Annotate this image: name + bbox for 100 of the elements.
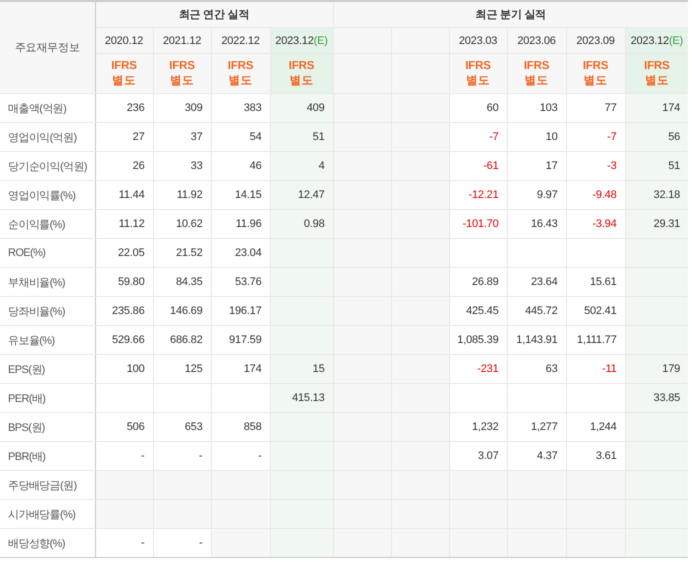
table-cell: -7	[607, 131, 617, 143]
row-header-title: 주요재무정보	[14, 42, 80, 54]
table-cell: 46	[250, 160, 262, 172]
table-cell: 4	[318, 160, 325, 172]
table-cell: 125	[184, 363, 202, 375]
table-cell: -61	[483, 160, 499, 172]
table-cell: 502.41	[584, 305, 617, 317]
table-cell: 53.76	[234, 276, 262, 288]
estimate-mark: (E)	[668, 34, 684, 46]
table-cell: 11.92	[176, 189, 202, 201]
table-cell: 415.13	[292, 392, 325, 404]
table-cell: 917.59	[229, 334, 262, 346]
table-cell: 179	[662, 363, 680, 375]
table-cell: -231	[477, 363, 499, 375]
table-cell: 12.47	[298, 189, 325, 201]
table-cell: 383	[244, 102, 262, 114]
table-cell: -101.70	[462, 218, 499, 230]
table-cell: 174	[662, 102, 680, 114]
table-cell: -	[258, 450, 262, 462]
table-cell: 409	[306, 102, 325, 114]
table-cell: -	[141, 450, 144, 462]
table-cell: -9.48	[592, 189, 617, 201]
table-cell: 686.82	[170, 334, 202, 346]
table-cell: 174	[244, 363, 262, 375]
table-cell: 22.05	[118, 247, 144, 259]
table-cell: 17	[546, 160, 558, 172]
section-title: 최근 분기 실적	[476, 9, 546, 21]
table-cell: -12.21	[468, 189, 499, 201]
table-cell: 11.44	[118, 189, 144, 201]
table-cell: 51	[668, 160, 680, 172]
accounting-label: IFRS 별도	[582, 58, 610, 88]
table-cell: 653	[184, 421, 202, 433]
period-label: 2022.12	[221, 34, 260, 46]
table-cell: 1,143.91	[516, 334, 558, 346]
row-label: ROE(%)	[8, 247, 46, 259]
period-label: 2023.12	[275, 34, 314, 46]
table-cell: 1,277	[530, 421, 558, 433]
table-cell: 3.61	[596, 450, 617, 462]
table-cell: 3.07	[478, 450, 499, 462]
table-cell: 1,232	[472, 421, 499, 433]
table-cell: 51	[312, 131, 325, 143]
table-cell: 235.86	[112, 305, 144, 317]
period-label: 2021.12	[162, 34, 202, 46]
table-cell: -3	[607, 160, 617, 172]
table-cell: -	[199, 450, 202, 462]
table-cell: 56	[668, 131, 680, 143]
table-cell: 9.97	[536, 189, 558, 201]
period-label: 2023.03	[458, 34, 498, 46]
row-label: 부채비율(%)	[8, 276, 65, 288]
table-cell: 32.18	[654, 189, 680, 201]
table-cell: 37	[190, 131, 202, 143]
table-cell: 27	[132, 131, 144, 143]
row-label: 유보율(%)	[8, 334, 55, 346]
table-cell: 0.98	[304, 218, 325, 230]
period-label: 2023.12	[630, 34, 669, 46]
table-cell: 63	[546, 363, 558, 375]
table-cell: 529.66	[112, 334, 144, 346]
table-cell: 10.62	[176, 218, 202, 230]
row-label: 시가배당률(%)	[8, 508, 76, 520]
table-cell: 4.37	[536, 450, 558, 462]
row-label: 매출액(억원)	[8, 102, 66, 114]
period-label: 2023.06	[517, 34, 556, 46]
period-label: 2020.12	[104, 34, 144, 46]
accounting-label: IFRS 별도	[522, 58, 550, 88]
table-cell: 26.89	[472, 276, 499, 288]
table-cell: 1,244	[590, 421, 617, 433]
accounting-label: IFRS 별도	[464, 58, 492, 88]
table-cell: 60	[486, 102, 499, 114]
estimate-mark: (E)	[314, 34, 328, 46]
table-cell: 14.15	[234, 189, 262, 201]
table-cell: 146.69	[170, 305, 202, 317]
table-cell: -	[141, 537, 144, 549]
table-cell: 23.04	[234, 247, 262, 259]
table-cell: 11.12	[118, 218, 144, 230]
accounting-label: IFRS 별도	[226, 58, 254, 88]
accounting-label: IFRS 별도	[643, 58, 670, 88]
row-label: PBR(배)	[8, 450, 46, 462]
row-label: PER(배)	[8, 392, 46, 404]
table-cell: 858	[244, 421, 262, 433]
row-label: 배당성향(%)	[8, 538, 65, 550]
table-cell: 29.31	[654, 218, 680, 230]
table-cell: 21.52	[176, 247, 202, 259]
table-cell: 309	[184, 102, 202, 114]
section-title: 최근 연간 실적	[178, 9, 250, 21]
table-cell: 77	[604, 102, 617, 114]
table-cell: 506	[126, 421, 144, 433]
table-cell: 100	[126, 363, 144, 375]
table-cell: 15	[312, 363, 325, 375]
table-cell: -	[199, 537, 202, 549]
row-label: 당좌비율(%)	[8, 306, 65, 318]
table-cell: 15.61	[590, 276, 617, 288]
period-label: 2023.09	[576, 34, 615, 46]
table-cell: 11.96	[236, 218, 262, 230]
table-cell: 445.72	[525, 305, 558, 317]
row-label: BPS(원)	[8, 422, 45, 434]
table-cell: 59.80	[118, 276, 144, 288]
accounting-label: IFRS 별도	[288, 58, 316, 88]
row-label: EPS(원)	[8, 364, 45, 376]
row-label: 영업이익(억원)	[8, 132, 77, 144]
table-cell: 425.45	[466, 305, 499, 317]
